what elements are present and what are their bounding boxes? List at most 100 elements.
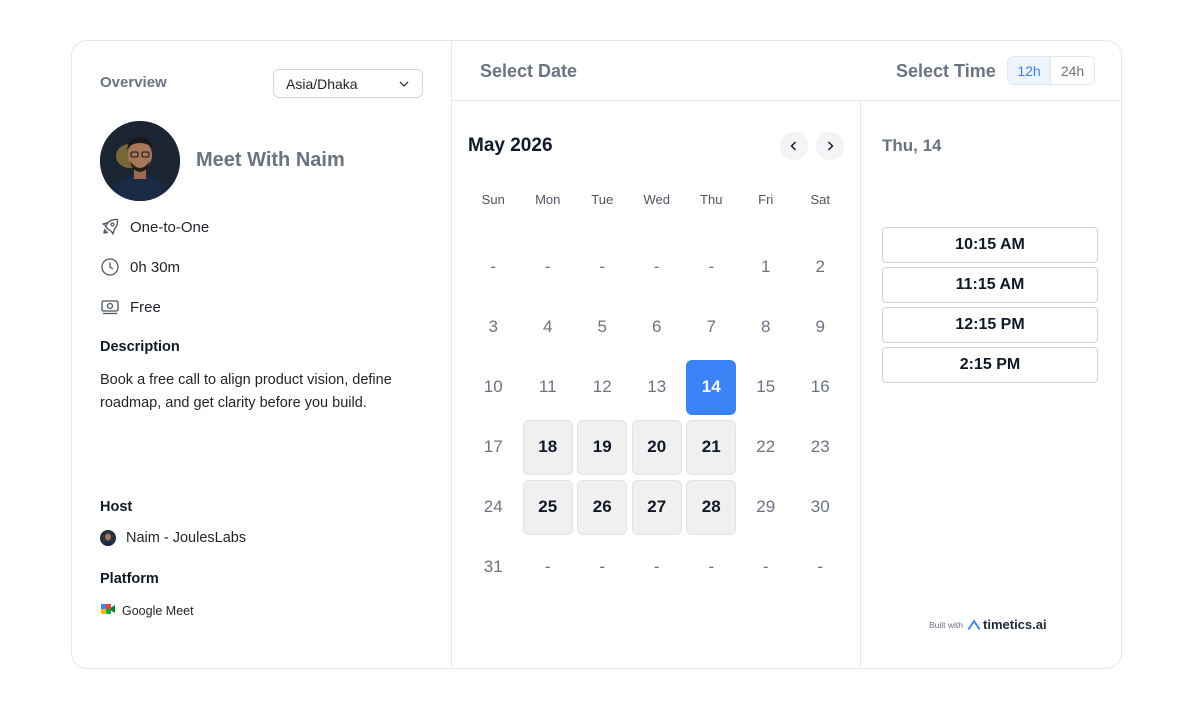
chevron-right-icon — [827, 141, 834, 151]
calendar-day-label: 4 — [543, 317, 553, 336]
weekday-label: Sun — [481, 192, 505, 207]
calendar-day: 7 — [684, 297, 739, 357]
calendar-day-label: 1 — [761, 257, 771, 276]
platform-row: Google Meet — [100, 602, 194, 619]
built-with-badge[interactable]: Built with timetics.ai — [929, 617, 1047, 632]
calendar-day-label: 5 — [597, 317, 607, 336]
calendar-day: 16 — [793, 357, 848, 417]
calendar-day-label: 20 — [631, 419, 682, 475]
timezone-select[interactable]: Asia/Dhaka — [273, 69, 423, 98]
date-calendar: May 2026 Sun Mon Tue Wed Thu Fri Sat -----1234… — [452, 102, 861, 668]
calendar-day: 29 — [739, 477, 794, 537]
calendar-day: 31 — [466, 537, 521, 597]
select-time-heading: Select Time — [896, 61, 996, 81]
calendar-day-label: 10 — [483, 377, 503, 396]
calendar-day-label: 12 — [592, 377, 612, 396]
host-row: Naim - JoulesLabs — [100, 530, 246, 546]
calendar-day-label: - — [817, 557, 824, 576]
timetics-logo-icon — [968, 619, 981, 630]
calendar-day[interactable]: 20 — [630, 417, 685, 477]
calendar-day-label: 29 — [756, 497, 776, 516]
calendar-day: 22 — [739, 417, 794, 477]
host-heading: Host — [100, 499, 133, 515]
calendar-empty-cell: - — [684, 537, 739, 597]
calendar-day[interactable]: 18 — [521, 417, 576, 477]
format-12h-button[interactable]: 12h — [1008, 57, 1051, 84]
time-slot-button[interactable]: 10:15 AM — [882, 227, 1098, 263]
money-icon — [100, 297, 120, 317]
calendar-day-label: 24 — [483, 497, 503, 516]
calendar-empty-cell: - — [793, 537, 848, 597]
calendar-day[interactable]: 25 — [521, 477, 576, 537]
calendar-day-label: 28 — [686, 479, 737, 535]
calendar-day-label: 17 — [483, 437, 503, 456]
calendar-empty-cell: - — [521, 537, 576, 597]
platform-heading: Platform — [100, 571, 159, 587]
calendar-day: 30 — [793, 477, 848, 537]
calendar-day-label: 23 — [810, 437, 830, 456]
calendar-day-label: 16 — [810, 377, 830, 396]
calendar-day-label: 15 — [756, 377, 776, 396]
calendar-day[interactable]: 26 — [575, 477, 630, 537]
calendar-day-label: 22 — [756, 437, 776, 456]
calendar-day[interactable]: 21 — [684, 417, 739, 477]
meeting-type-row: One-to-One — [100, 217, 209, 237]
time-slot-button[interactable]: 12:15 PM — [882, 307, 1098, 343]
calendar-day: 3 — [466, 297, 521, 357]
schedule-header: Select Date Select Time 12h 24h — [452, 41, 1121, 101]
calendar-day-label: - — [653, 557, 660, 576]
calendar-day-label: - — [599, 257, 606, 276]
calendar-day-label: - — [708, 557, 715, 576]
weekday-label: Fri — [758, 192, 774, 207]
calendar-day: 12 — [575, 357, 630, 417]
prev-month-button[interactable] — [780, 132, 808, 160]
calendar-day-label: 14 — [686, 359, 737, 415]
calendar-day[interactable]: 28 — [684, 477, 739, 537]
overview-label: Overview — [100, 74, 167, 91]
clock-icon — [100, 257, 120, 277]
calendar-empty-cell: - — [521, 237, 576, 297]
calendar-day-label: - — [544, 557, 551, 576]
calendar-day[interactable]: 19 — [575, 417, 630, 477]
host-name: Naim - JoulesLabs — [126, 530, 247, 546]
calendar-day-label: 6 — [652, 317, 662, 336]
day-grid: - - - - -1 2 3 4 5 6 7 8 9 10 11 12 13 14 15 16 17 18 19 20 21 22… — [466, 237, 848, 597]
platform-name: Google Meet — [122, 603, 194, 618]
meeting-type: One-to-One — [130, 218, 210, 236]
price-row: Free — [100, 297, 161, 317]
calendar-day: 8 — [739, 297, 794, 357]
calendar-day-label: 13 — [647, 377, 667, 396]
calendar-day-label: 2 — [815, 257, 825, 276]
chevron-down-icon — [399, 81, 409, 87]
calendar-day[interactable]: 14 — [684, 357, 739, 417]
calendar-day: 13 — [630, 357, 685, 417]
time-slot-button[interactable]: 11:15 AM — [882, 267, 1098, 303]
calendar-empty-cell: - — [630, 237, 685, 297]
calendar-day: 24 — [466, 477, 521, 537]
calendar-empty-cell: - — [575, 537, 630, 597]
calendar-day-label: - — [490, 257, 497, 276]
format-24h-button[interactable]: 24h — [1051, 57, 1094, 84]
rocket-icon — [100, 217, 120, 237]
calendar-day-label: 21 — [686, 419, 737, 475]
timetics-logo: timetics.ai — [968, 617, 1047, 632]
month-title: May 2026 — [468, 135, 553, 156]
description-heading: Description — [100, 339, 180, 355]
calendar-day[interactable]: 27 — [630, 477, 685, 537]
built-with-text: Built with — [929, 619, 964, 630]
time-slot-button[interactable]: 2:15 PM — [882, 347, 1098, 383]
weekday-label: Thu — [700, 192, 723, 207]
calendar-day-label: 25 — [522, 479, 573, 535]
weekday-header: Sun Mon Tue Wed Thu Fri Sat — [466, 192, 848, 207]
next-month-button[interactable] — [816, 132, 844, 160]
calendar-empty-cell: - — [739, 537, 794, 597]
host-mini-avatar — [100, 530, 116, 546]
calendar-day-label: 27 — [631, 479, 682, 535]
calendar-day: 1 — [739, 237, 794, 297]
calendar-day: 9 — [793, 297, 848, 357]
duration-row: 0h 30m — [100, 257, 180, 277]
calendar-day-label: - — [762, 557, 769, 576]
calendar-day: 6 — [630, 297, 685, 357]
timezone-value: Asia/Dhaka — [286, 75, 358, 92]
calendar-day: 23 — [793, 417, 848, 477]
